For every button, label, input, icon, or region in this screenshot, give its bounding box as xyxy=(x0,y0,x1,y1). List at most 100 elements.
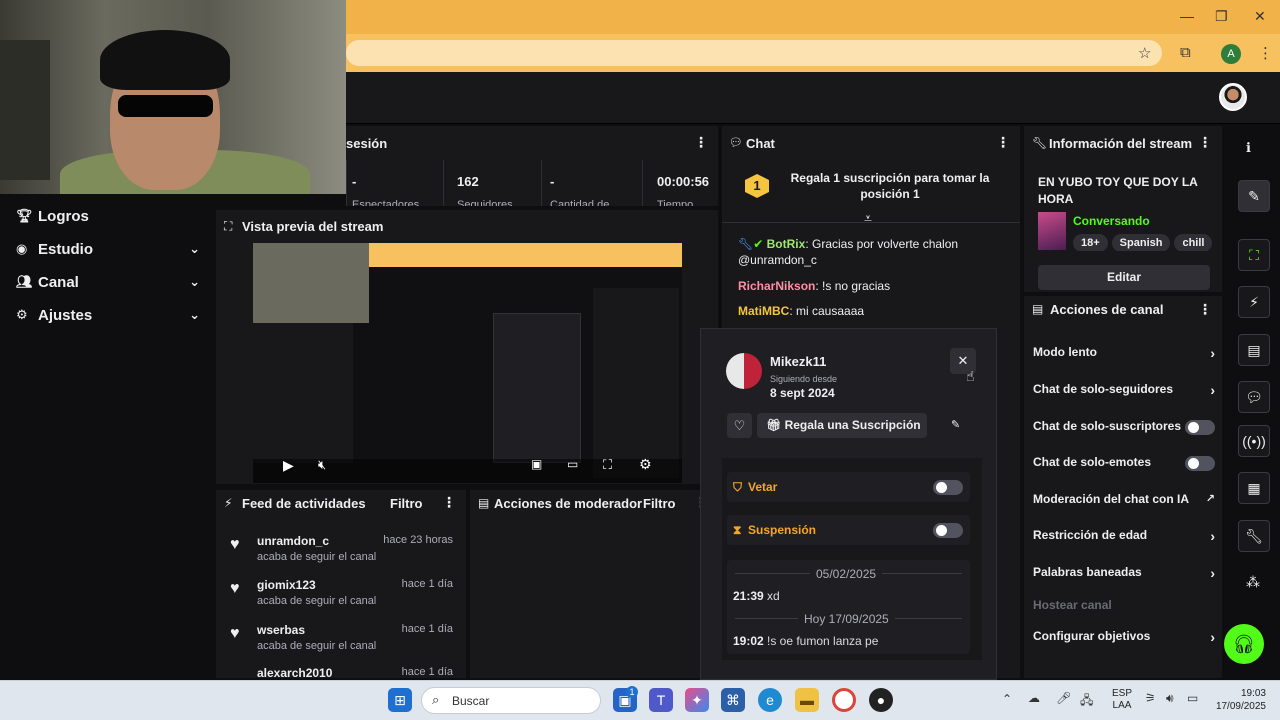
chevron-right-icon: › xyxy=(1210,382,1215,398)
volume-icon[interactable]: 🔊︎ xyxy=(1166,691,1174,706)
chat-username[interactable]: RicharNikson xyxy=(738,279,815,293)
close-window-button[interactable]: ✕ xyxy=(1254,8,1266,25)
banned-words-row[interactable]: Palabras baneadas › xyxy=(1033,565,1215,583)
theater-icon[interactable]: ▭ xyxy=(567,457,578,471)
session-title: sesión xyxy=(346,136,388,151)
subscribers-only-toggle[interactable] xyxy=(1185,420,1215,435)
bolt-rail-icon[interactable]: ⚡︎ xyxy=(1238,286,1270,318)
feed-title: Feed de actividades xyxy=(242,496,366,511)
play-icon[interactable]: ▶ xyxy=(283,457,294,474)
popup-username[interactable]: Mikezk11 xyxy=(770,354,826,369)
broadcast-rail-icon[interactable]: ((•)) xyxy=(1238,425,1270,457)
goals-row[interactable]: Configurar objetivos › xyxy=(1033,629,1215,647)
fullscreen-icon[interactable]: ⛶ xyxy=(603,457,612,473)
following-label: Siguiendo desde xyxy=(770,374,838,384)
document-rail-icon[interactable]: ▤ xyxy=(1238,334,1270,366)
chat-rail-icon[interactable]: 💬︎ xyxy=(1238,381,1270,413)
history-date: Hoy 17/09/2025 xyxy=(798,612,895,626)
network-icon[interactable]: 🖧︎ xyxy=(1080,691,1093,712)
cloud-icon[interactable]: ☁︎ xyxy=(1028,691,1040,705)
chat-username[interactable]: MatiMBC xyxy=(738,304,789,318)
ban-row: ⛉ Vetar xyxy=(727,472,970,502)
maximize-button[interactable]: ❐ xyxy=(1215,8,1228,25)
cards-rail-icon[interactable]: ▦ xyxy=(1238,472,1270,504)
timeout-row: ⧗ Suspensión xyxy=(727,515,970,545)
feed-user[interactable]: unramdon_c xyxy=(257,534,329,548)
minimize-button[interactable]: — xyxy=(1180,8,1194,24)
edit-button[interactable]: Editar xyxy=(1038,265,1210,290)
feed-user[interactable]: giomix123 xyxy=(257,578,316,592)
bookmark-star-icon[interactable]: ☆ xyxy=(1138,44,1151,62)
emotes-only-toggle[interactable] xyxy=(1185,456,1215,471)
bolt-icon: ⚡︎ xyxy=(224,496,233,510)
ban-toggle[interactable] xyxy=(933,480,963,495)
info-icon[interactable]: ℹ xyxy=(1246,140,1251,156)
teams-icon[interactable]: T xyxy=(649,688,673,712)
windows-start-icon[interactable]: ⊞ xyxy=(388,688,412,712)
webcam-overlay xyxy=(0,0,346,194)
session-menu-icon[interactable]: ⋮ xyxy=(694,134,708,151)
nav-ajustes[interactable]: ⚙ Ajustes ⌄ xyxy=(16,304,206,326)
age-restriction-row[interactable]: Restricción de edad › xyxy=(1033,528,1215,546)
stream-info-menu-icon[interactable]: ⋮ xyxy=(1198,134,1212,151)
battery-icon[interactable]: ▭ xyxy=(1187,691,1198,705)
wrench-badge-icon: 🔧︎ xyxy=(738,237,754,251)
edge-icon[interactable]: e xyxy=(758,688,782,712)
wrench-rail-icon[interactable]: 🔧︎ xyxy=(1238,520,1270,552)
extensions-icon[interactable]: ⧉ xyxy=(1180,44,1191,61)
followers-only-row[interactable]: Chat de solo-seguidores › xyxy=(1033,382,1215,400)
copilot-icon[interactable]: ✦ xyxy=(685,688,709,712)
feed-user[interactable]: alexarch2010 xyxy=(257,666,332,678)
chevron-up-icon[interactable]: ⌃ xyxy=(1002,692,1012,706)
timeout-toggle[interactable] xyxy=(933,523,963,538)
chrome-icon[interactable] xyxy=(832,688,856,712)
preview-rail-icon[interactable]: ⛶ xyxy=(1238,239,1270,271)
address-bar[interactable] xyxy=(346,40,1162,66)
share-icon[interactable]: ⁂ xyxy=(1246,574,1260,591)
folder-icon[interactable]: ▬ xyxy=(795,688,819,712)
support-headset-icon[interactable]: 🎧︎ xyxy=(1224,624,1264,664)
user-avatar[interactable] xyxy=(1219,83,1247,111)
wrench-icon: 🔧︎ xyxy=(1032,136,1048,150)
clock[interactable]: 19:03 17/09/2025 xyxy=(1212,687,1266,713)
feed-menu-icon[interactable]: ⋮ xyxy=(442,494,456,511)
profile-avatar[interactable]: A xyxy=(1221,44,1241,64)
edit-pencil-icon[interactable]: ✎ xyxy=(1238,180,1270,212)
emotes-only-row[interactable]: Chat de solo-emotes xyxy=(1033,455,1215,473)
ai-moderation-row[interactable]: Moderación del chat con IA ↗ xyxy=(1033,492,1215,510)
verified-icon: ✔ xyxy=(753,237,764,251)
microphone-icon[interactable]: 🎤︎ xyxy=(1056,691,1071,705)
history-date: 05/02/2025 xyxy=(810,567,883,581)
follow-heart-icon[interactable]: ♡ xyxy=(727,413,752,438)
browser-menu-icon[interactable]: ⋮ xyxy=(1258,44,1273,62)
nav-logros[interactable]: 🏆︎ Logros xyxy=(16,205,206,227)
pin-icon[interactable]: ✎ xyxy=(951,418,960,431)
channel-actions-menu-icon[interactable]: ⋮ xyxy=(1198,301,1212,318)
stream-preview[interactable]: ▶ 🔇︎ ▣ ▭ ⛶ ⚙ xyxy=(253,243,682,483)
subscribers-only-row[interactable]: Chat de solo-suscriptores xyxy=(1033,419,1215,437)
obs-icon[interactable]: ● xyxy=(869,688,893,712)
chat-username[interactable]: BotRix xyxy=(767,237,806,251)
wifi-icon[interactable]: ⚞ xyxy=(1145,691,1156,705)
pip-icon[interactable]: ▣ xyxy=(531,457,542,471)
settings-gear-icon[interactable]: ⚙ xyxy=(639,456,652,473)
collapse-icon[interactable]: ⩡ xyxy=(864,210,872,227)
slow-mode-row[interactable]: Modo lento › xyxy=(1033,345,1215,363)
gift-subscription-button[interactable]: 🎁︎ Regala una Suscripción xyxy=(757,413,927,438)
nav-canal[interactable]: 👥︎ Canal ⌄ xyxy=(16,271,206,293)
taskbar-search[interactable]: ⌕ Buscar xyxy=(421,687,601,714)
category-name[interactable]: Conversando xyxy=(1073,214,1150,228)
mute-icon[interactable]: 🔇︎ xyxy=(318,457,326,473)
chat-bubble-icon: 💬︎ xyxy=(729,137,743,149)
editor-icon[interactable]: ⌘ xyxy=(721,688,745,712)
gear-icon: ⚙ xyxy=(16,307,28,322)
nav-estudio[interactable]: ◉ Estudio ⌄ xyxy=(16,238,206,260)
chat-message: 🔧︎✔ BotRix: Gracias por volverte chalon … xyxy=(738,237,959,267)
feed-filter-button[interactable]: Filtro xyxy=(390,496,423,511)
feed-user[interactable]: wserbas xyxy=(257,623,305,637)
chat-text: !s no gracias xyxy=(822,279,891,293)
chat-menu-icon[interactable]: ⋮ xyxy=(996,134,1010,151)
language-indicator[interactable]: ESP LAA xyxy=(1112,688,1132,712)
mod-filter-button[interactable]: Filtro xyxy=(643,496,676,511)
feed-time: hace 23 horas xyxy=(383,534,453,546)
